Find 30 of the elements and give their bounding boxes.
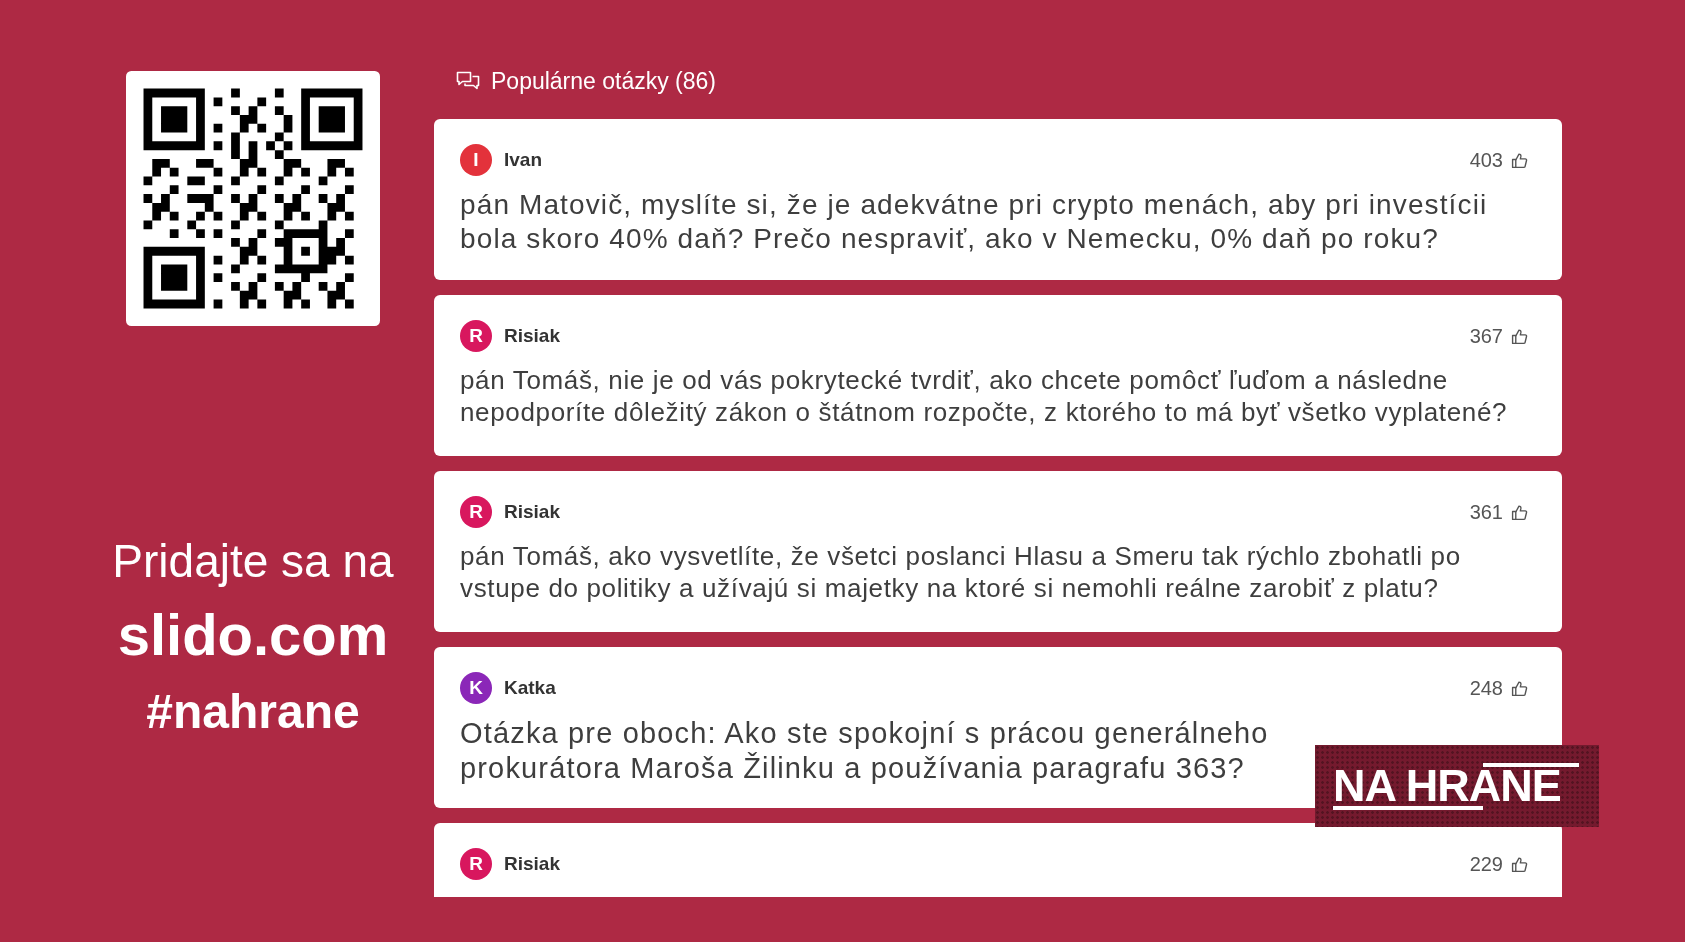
- author-name: Risiak: [504, 853, 560, 875]
- author-name: Katka: [504, 677, 556, 699]
- join-prompt: Pridajte sa na: [112, 534, 394, 589]
- question-text: Otázka pre oboch: Ako ste spokojní s prácou generálneho prokurátora Maroša Žilinku a používania paragrafu 363?: [460, 716, 1270, 786]
- chat-bubbles-icon: [456, 70, 480, 92]
- vote-count: 248: [1469, 676, 1503, 700]
- thumbs-up-icon: [1511, 679, 1528, 697]
- event-hashtag: #nahrane: [146, 684, 360, 740]
- event-url: slido.com: [117, 601, 389, 669]
- show-logo: NA HRANE: [1315, 745, 1599, 827]
- question-text: pán Tomáš, ako vysvetlíte, že všetci poslanci Hlasu a Smeru tak rýchlo zbohatli po vstupe do politiky a užívajú si majetky na ktoré si nemohli reálne zarobiť z platu?: [460, 540, 1462, 604]
- thumbs-up-icon: [1511, 151, 1528, 169]
- thumbs-up-icon: [1511, 327, 1528, 345]
- user-avatar: K: [460, 672, 492, 704]
- user-avatar: R: [460, 320, 492, 352]
- panel-title: Populárne otázky (86): [491, 67, 716, 95]
- user-avatar: I: [460, 144, 492, 176]
- thumbs-up-icon: [1511, 855, 1528, 873]
- author-name: Ivan: [504, 149, 543, 171]
- question-text: pán Matovič, myslíte si, že je adekvátne pri crypto menách, aby pri investícii bola skoro 40% daň? Prečo nespraviť, ako v Nemecku, 0% daň po roku?: [460, 188, 1489, 256]
- vote-count: 361: [1469, 500, 1503, 524]
- author-name: Risiak: [504, 325, 560, 347]
- vote-count: 367: [1469, 324, 1503, 348]
- user-avatar: R: [460, 848, 492, 880]
- question-text: pán Tomáš, nie je od vás pokrytecké tvrdiť, ako chcete pomôcť ľuďom a následne nepodporíte dôležitý zákon o štátnom rozpočte, z ktorého to má byť všetko vyplatené?: [460, 364, 1509, 428]
- thumbs-up-icon: [1511, 503, 1528, 521]
- vote-count: 229: [1469, 852, 1503, 876]
- author-name: Risiak: [504, 501, 560, 523]
- user-avatar: R: [460, 496, 492, 528]
- vote-count: 403: [1469, 148, 1503, 172]
